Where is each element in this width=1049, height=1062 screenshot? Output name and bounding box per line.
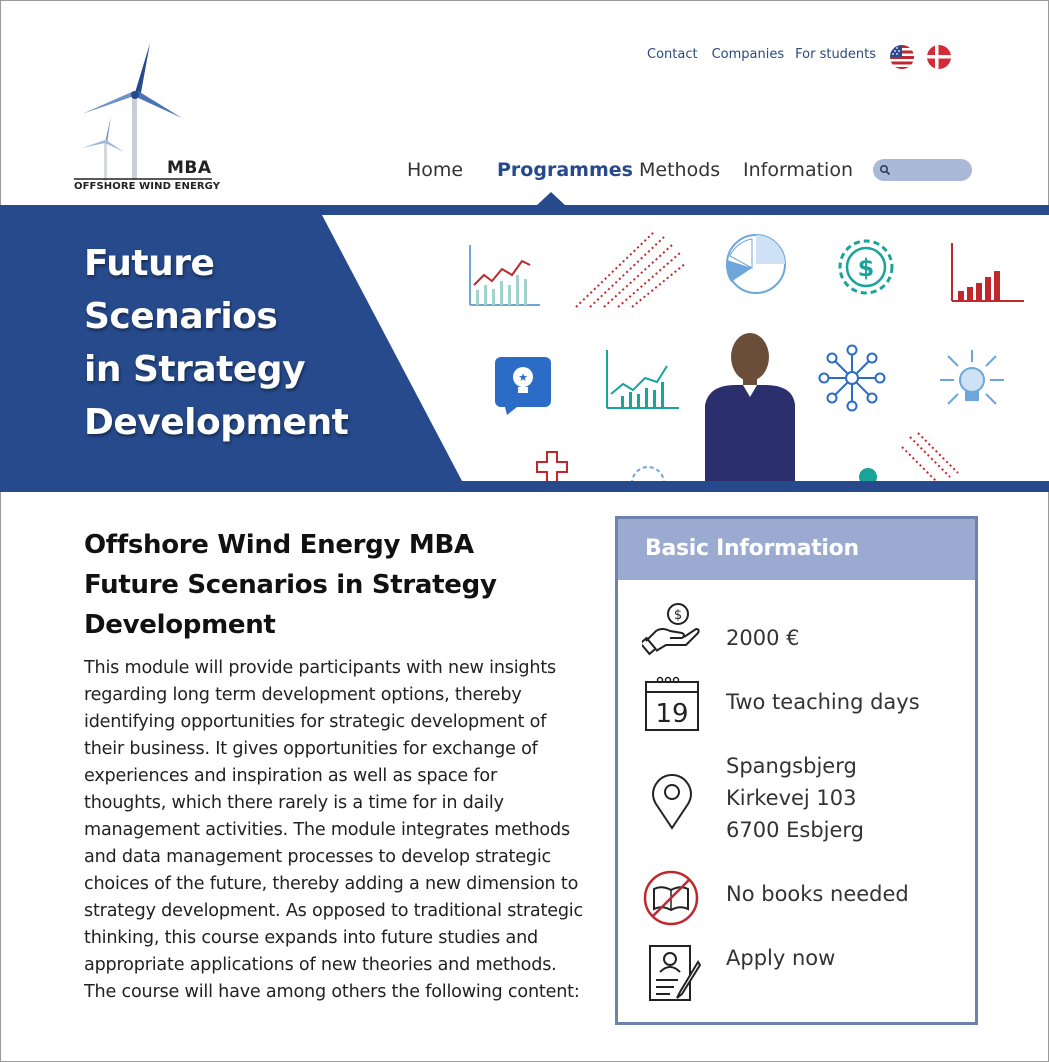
no-books-icon [643,870,699,926]
svg-text:★: ★ [518,371,528,384]
price-text: 2000 € [726,626,800,650]
location-pin-icon [652,773,692,830]
page-title-line: Future Scenarios in Strategy [84,570,497,600]
nav-underline-bar [0,205,1049,215]
basic-info-title: Basic Information [645,536,859,561]
nav-home[interactable]: Home [407,159,463,181]
lightbulb-icon [940,350,1004,405]
apply-now-link[interactable]: Apply now [726,942,835,974]
banner-title: Future Scenarios in Strategy Development [84,237,384,449]
for-students-link[interactable]: For students [795,47,876,62]
module-description: This module will provide participants wi… [84,658,583,1002]
dk-flag-icon[interactable] [927,45,951,69]
bar-chart-icon [951,243,1024,302]
network-icon [818,344,886,412]
top-links: Contact Companies For students [647,47,890,62]
application-form-icon [649,945,702,1001]
calendar-icon: 19 [645,676,699,731]
pie-chart-icon [726,234,786,294]
nav-information[interactable]: Information [743,159,853,181]
search-input[interactable] [873,159,972,181]
dollar-gear-icon: $ [838,239,894,295]
banner-bottom-bar [0,481,1049,492]
money-hand-icon: $ [642,603,700,656]
nav-programmes[interactable]: Programmes [497,159,633,181]
idea-bubble-icon: ★ [495,357,551,415]
page-title-line: Development [84,610,276,640]
us-flag-icon[interactable] [890,45,914,69]
banner-title-line: in Strategy [84,349,306,390]
page-title-line: Offshore Wind Energy MBA [84,530,474,560]
line-chart-icon [469,245,540,306]
banner-title-line: Scenarios [84,296,278,337]
days-text: Two teaching days [726,690,920,714]
location-line: Kirkevej 103 [726,786,857,810]
svg-text:$: $ [674,608,682,623]
banner-title-line: Development [84,402,349,443]
page-title: Offshore Wind Energy MBA Future Scenario… [84,525,604,645]
businessman-figure [705,333,795,481]
banner-title-line: Future [84,243,215,284]
search-icon [879,164,891,176]
calendar-day-text: 19 [655,699,688,729]
logo-subtitle: OFFSHORE WIND ENERGY [74,181,221,192]
svg-text:$: $ [858,254,875,282]
growth-chart-icon [606,350,679,409]
basic-info-box: Basic Information $ 2000 € 19 Two teachi… [615,516,978,1025]
trend-arrows-icon [575,230,687,308]
plus-icon [536,451,568,483]
location-line: 6700 Esbjerg [726,818,865,842]
location-text: Spangsbjerg Kirkevej 103 6700 Esbjerg [726,750,864,846]
logo-mba-text: MBA [167,158,212,178]
small-arrows-icon [901,432,959,482]
books-text: No books needed [726,882,909,906]
basic-info-header: Basic Information [618,519,975,580]
active-nav-indicator [536,192,566,206]
nav-methods[interactable]: Methods [639,159,720,181]
location-line: Spangsbjerg [726,754,857,778]
companies-link[interactable]: Companies [712,47,785,62]
contact-link[interactable]: Contact [647,47,698,62]
